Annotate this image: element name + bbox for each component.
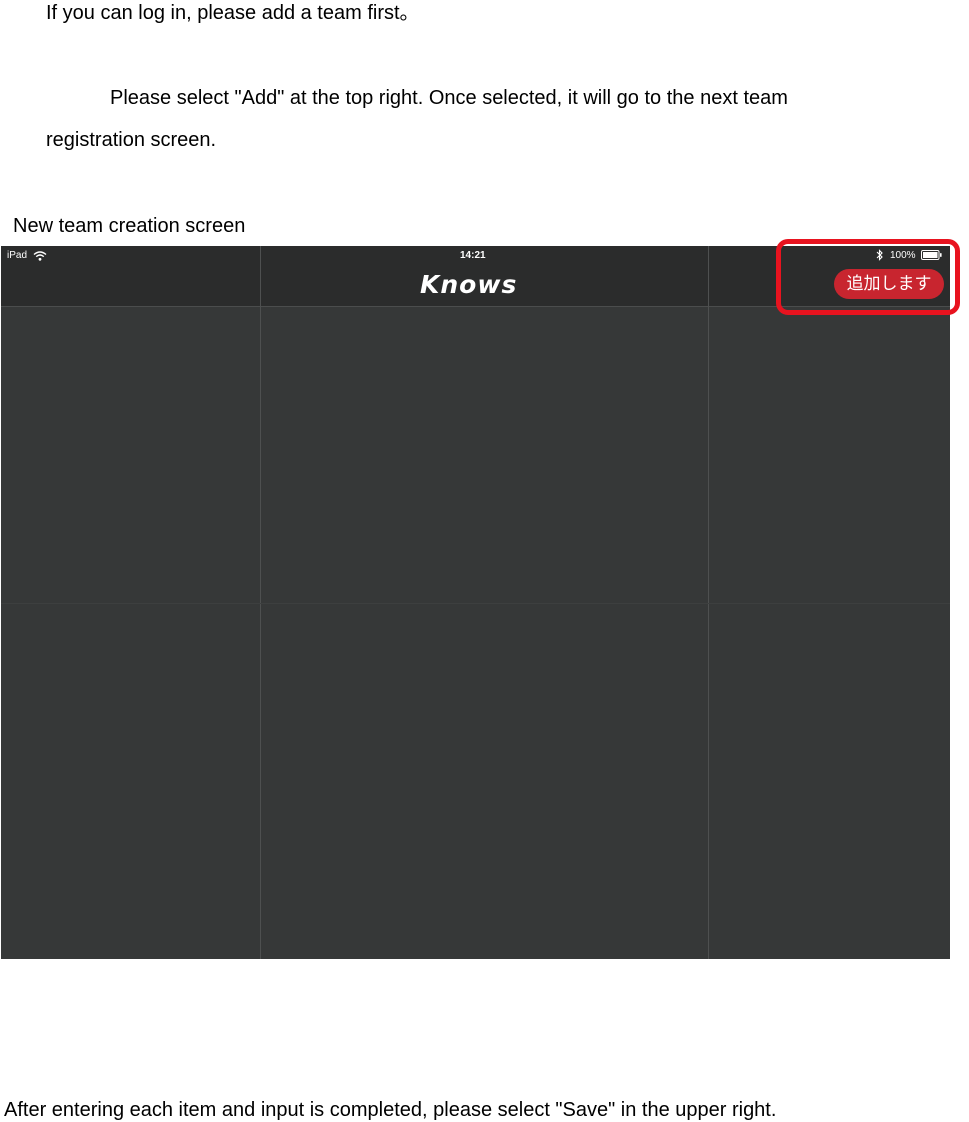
row-divider [1,603,950,604]
wifi-icon [33,251,47,261]
status-time: 14:21 [460,250,486,261]
app-logo: Knows [420,270,518,299]
add-button-highlight [776,239,960,315]
instruction-text-line-2: registration screen. [46,129,217,151]
instruction-text-line-1: Please select "Add" at the top right. On… [110,87,788,109]
footer-instruction-text: After entering each item and input is co… [4,1099,777,1121]
device-label: iPad [7,250,28,261]
intro-text: If you can log in, please add a team fir… [46,2,420,24]
ipad-screenshot: iPad 14:21 Knows 100% 追加します [1,246,950,959]
screenshot-caption: New team creation screen [13,215,246,237]
